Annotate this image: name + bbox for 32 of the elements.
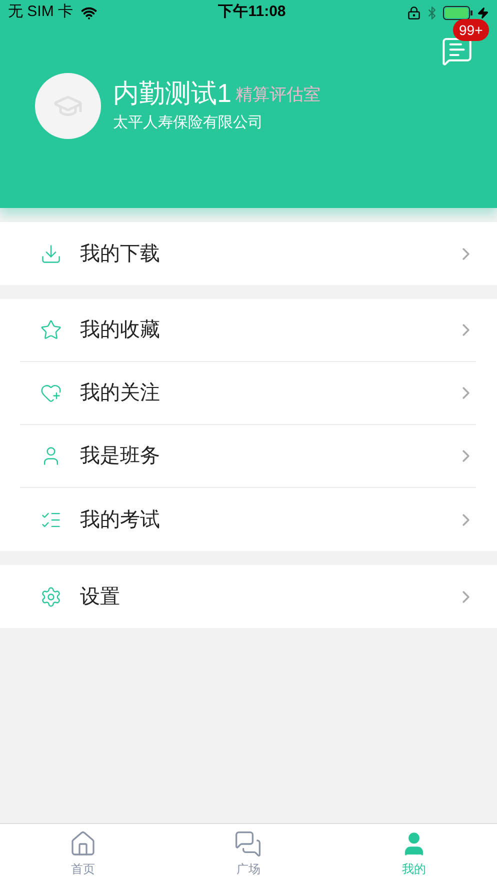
tab-label: 我的 <box>402 860 426 878</box>
company-text: 太平人寿保险有限公司 <box>113 112 264 133</box>
department-text: 精算评估室 <box>235 84 320 106</box>
heart-plus-icon <box>40 382 62 404</box>
star-icon <box>40 319 62 341</box>
tab-label: 首页 <box>70 860 95 878</box>
menu-label: 我是班务 <box>80 444 161 469</box>
menu-item[interactable]: 我是班务 <box>20 425 476 488</box>
menu-item[interactable]: 我的下载 <box>20 222 476 285</box>
user-name: 内勤测试1 <box>113 78 232 108</box>
menu-label: 设置 <box>80 584 121 610</box>
chat-bubbles-icon <box>234 830 262 858</box>
notification-badge: 99+ <box>453 19 489 41</box>
menu-label: 我的收藏 <box>80 318 161 343</box>
download-icon <box>40 242 62 264</box>
carrier-text: 无 SIM 卡 <box>8 2 74 22</box>
clock-text: 下午11:08 <box>218 2 286 22</box>
menu-item[interactable]: 我的关注 <box>20 362 476 425</box>
menu-item[interactable]: 设置 <box>20 565 476 628</box>
battery-icon <box>443 6 473 20</box>
menu-item[interactable]: 我的考试 <box>20 488 476 551</box>
menu-label: 我的关注 <box>80 381 161 406</box>
lock-icon <box>407 6 421 20</box>
wifi-icon <box>81 4 98 20</box>
menu-item[interactable]: 我的收藏 <box>20 299 476 362</box>
home-icon <box>68 830 97 858</box>
menu-label: 我的考试 <box>80 508 161 532</box>
message-icon[interactable] <box>441 35 473 67</box>
gear-icon <box>40 586 62 608</box>
tab-label: 广场 <box>236 860 260 878</box>
menu-label: 我的下载 <box>80 242 161 266</box>
charging-icon <box>477 6 489 18</box>
